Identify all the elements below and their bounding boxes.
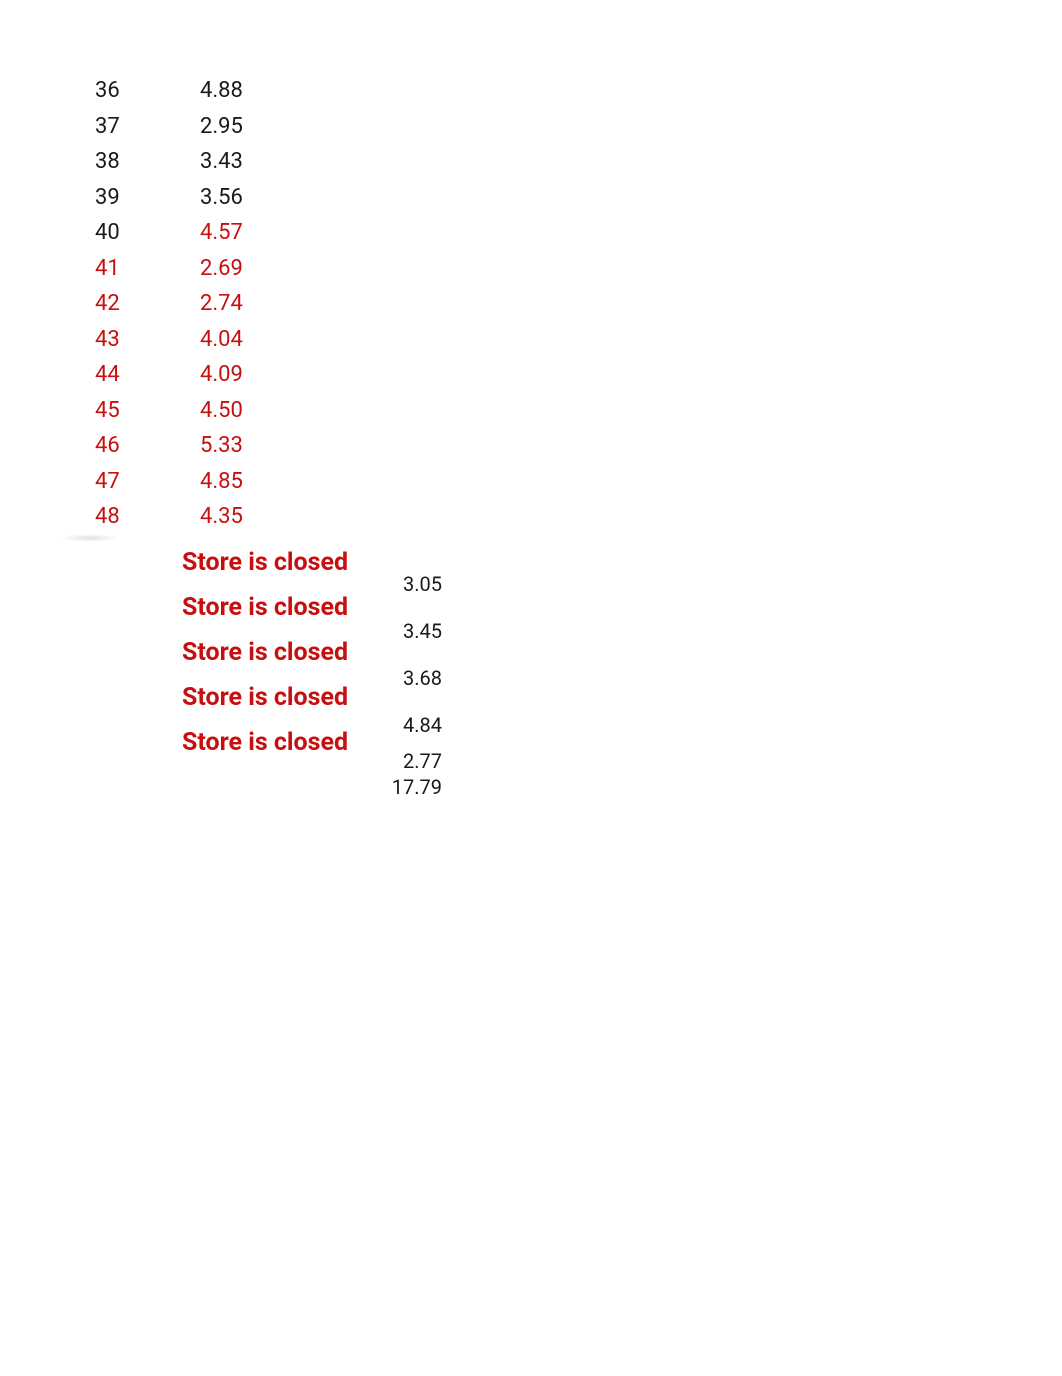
right-value: 4.84 — [372, 701, 442, 748]
list-item: 47 4.85 — [95, 469, 280, 505]
item-value: 4.35 — [200, 504, 280, 529]
list-item: 37 2.95 — [95, 114, 280, 150]
item-value: 4.09 — [200, 362, 280, 387]
item-value: 5.33 — [200, 433, 280, 458]
item-index: 48 — [95, 504, 200, 529]
item-index: 46 — [95, 433, 200, 458]
right-value-column: 3.05 3.45 3.68 4.84 2.77 17.79 — [372, 560, 442, 800]
right-value: 3.05 — [372, 560, 442, 607]
list-item: 44 4.09 — [95, 362, 280, 398]
right-value: 17.79 — [372, 774, 442, 800]
item-value: 4.04 — [200, 327, 280, 352]
list-item: 41 2.69 — [95, 256, 280, 292]
list-item: 39 3.56 — [95, 185, 280, 221]
price-list: 36 4.88 37 2.95 38 3.43 39 3.56 40 4.57 … — [95, 78, 280, 540]
item-index: 43 — [95, 327, 200, 352]
list-item: 48 4.35 — [95, 504, 280, 540]
item-value: 4.88 — [200, 78, 280, 103]
item-value: 4.85 — [200, 469, 280, 494]
item-value: 2.95 — [200, 114, 280, 139]
list-item: 43 4.04 — [95, 327, 280, 363]
right-value: 3.45 — [372, 607, 442, 654]
item-value: 3.43 — [200, 149, 280, 174]
item-value: 4.50 — [200, 398, 280, 423]
list-item: 40 4.57 — [95, 220, 280, 256]
right-value: 2.77 — [372, 748, 442, 774]
item-value: 2.74 — [200, 291, 280, 316]
item-index: 47 — [95, 469, 200, 494]
list-item: 46 5.33 — [95, 433, 280, 469]
item-index: 38 — [95, 149, 200, 174]
item-value: 4.57 — [200, 220, 280, 245]
item-index: 37 — [95, 114, 200, 139]
item-index: 45 — [95, 398, 200, 423]
list-item: 38 3.43 — [95, 149, 280, 185]
list-item: 45 4.50 — [95, 398, 280, 434]
item-index: 44 — [95, 362, 200, 387]
item-index: 41 — [95, 256, 200, 281]
item-index: 39 — [95, 185, 200, 210]
item-index: 42 — [95, 291, 200, 316]
item-index: 40 — [95, 220, 200, 245]
item-value: 3.56 — [200, 185, 280, 210]
right-value: 3.68 — [372, 654, 442, 701]
list-item: 36 4.88 — [95, 78, 280, 114]
list-item: 42 2.74 — [95, 291, 280, 327]
item-index: 36 — [95, 78, 200, 103]
item-value: 2.69 — [200, 256, 280, 281]
